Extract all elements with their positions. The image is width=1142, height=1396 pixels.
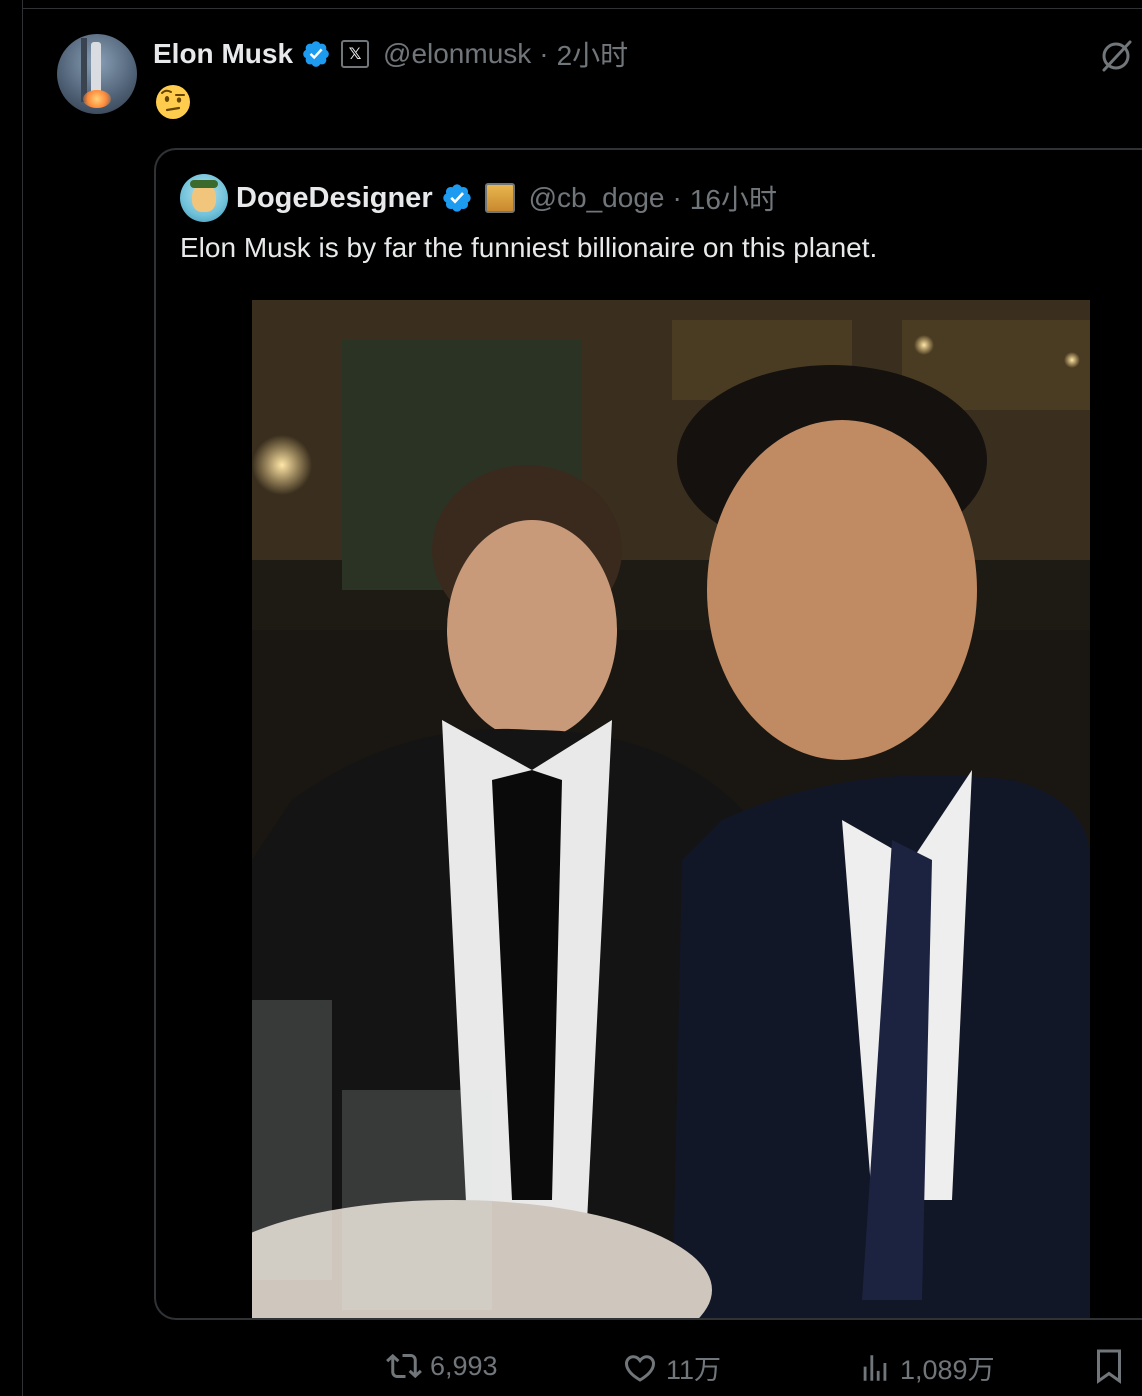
quoted-author-handle[interactable]: @cb_doge [529, 182, 665, 214]
bookmark-button[interactable] [1094, 1348, 1132, 1384]
timeline-left-border [22, 0, 23, 1396]
tweet-top-divider [22, 8, 1142, 9]
quoted-author-avatar[interactable] [180, 174, 228, 222]
bookmark-icon [1097, 1349, 1121, 1384]
x-affiliate-icon[interactable]: 𝕏 [341, 40, 370, 68]
like-button[interactable]: 11万 [622, 1348, 721, 1387]
verified-badge-icon[interactable] [301, 39, 331, 69]
like-count: 11万 [666, 1355, 722, 1385]
post-time[interactable]: 2小时 [557, 34, 629, 74]
quoted-tweet-card[interactable]: DogeDesigner @cb_doge · 16小时 Elon Musk i… [154, 148, 1142, 1320]
author-handle[interactable]: @elonmusk [383, 38, 531, 70]
retweet-button[interactable]: 6,993 [386, 1348, 498, 1384]
doge-hat-shape [190, 180, 218, 188]
raised-eyebrow-emoji-icon [156, 85, 190, 119]
heart-icon [624, 1354, 656, 1382]
author-name[interactable]: Elon Musk [153, 38, 293, 70]
quoted-post-time[interactable]: 16小时 [690, 178, 777, 218]
quoted-tweet-header: DogeDesigner @cb_doge · 16小时 [236, 178, 777, 218]
quoted-tweet-photo[interactable] [252, 300, 1090, 1320]
tweet-action-bar: 6,993 11万 1,089万 [0, 1340, 1142, 1396]
tweet-page: Elon Musk 𝕏 @elonmusk · 2小时 DogeDesigner [0, 0, 1142, 1396]
retweet-icon [386, 1353, 422, 1379]
quoted-verified-badge-icon[interactable] [441, 182, 473, 214]
views-count: 1,089万 [900, 1355, 995, 1385]
header-separator: · [539, 38, 549, 69]
quoted-tweet-text: Elon Musk is by far the funniest billion… [180, 232, 878, 263]
views-bar-chart-icon [863, 1354, 887, 1381]
retweet-count: 6,993 [430, 1350, 498, 1381]
tweet-header: Elon Musk 𝕏 @elonmusk · 2小时 [153, 34, 628, 74]
views-button[interactable]: 1,089万 [858, 1348, 995, 1387]
author-avatar[interactable] [57, 34, 137, 114]
quoted-header-separator: · [672, 182, 682, 213]
quoted-author-name[interactable]: DogeDesigner [236, 182, 433, 215]
grok-icon[interactable] [1098, 38, 1134, 74]
rocket-shape [91, 42, 101, 94]
rocket-flame-shape [83, 90, 111, 108]
doge-face-shape [192, 184, 216, 212]
doge-affiliate-icon[interactable] [484, 183, 515, 213]
